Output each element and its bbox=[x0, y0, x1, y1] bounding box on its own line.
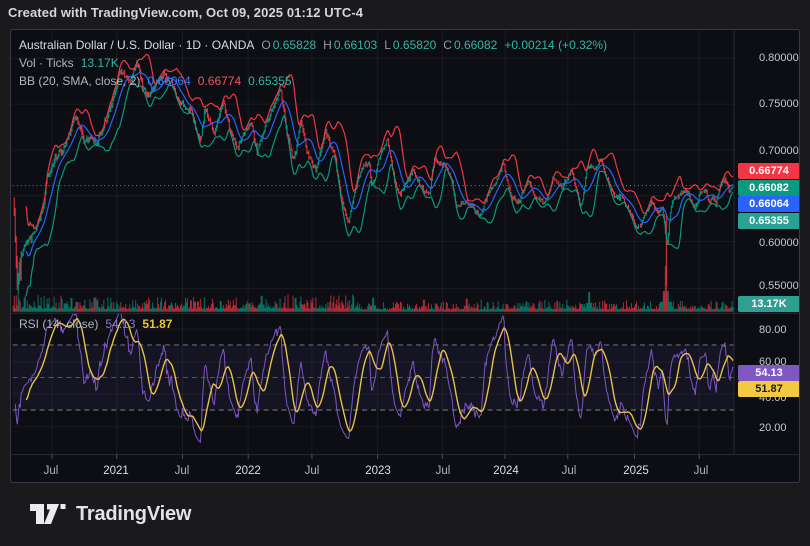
chart-panel: Australian Dollar / U.S. Dollar · 1D · O… bbox=[10, 29, 800, 483]
chart-canvas[interactable] bbox=[11, 30, 799, 482]
attribution-text: Created with TradingView.com, Oct 09, 20… bbox=[8, 5, 363, 20]
tradingview-logo-text: TradingView bbox=[76, 503, 191, 526]
tradingview-logo-icon bbox=[30, 504, 66, 526]
tradingview-logo-link[interactable]: TradingView bbox=[30, 503, 191, 526]
